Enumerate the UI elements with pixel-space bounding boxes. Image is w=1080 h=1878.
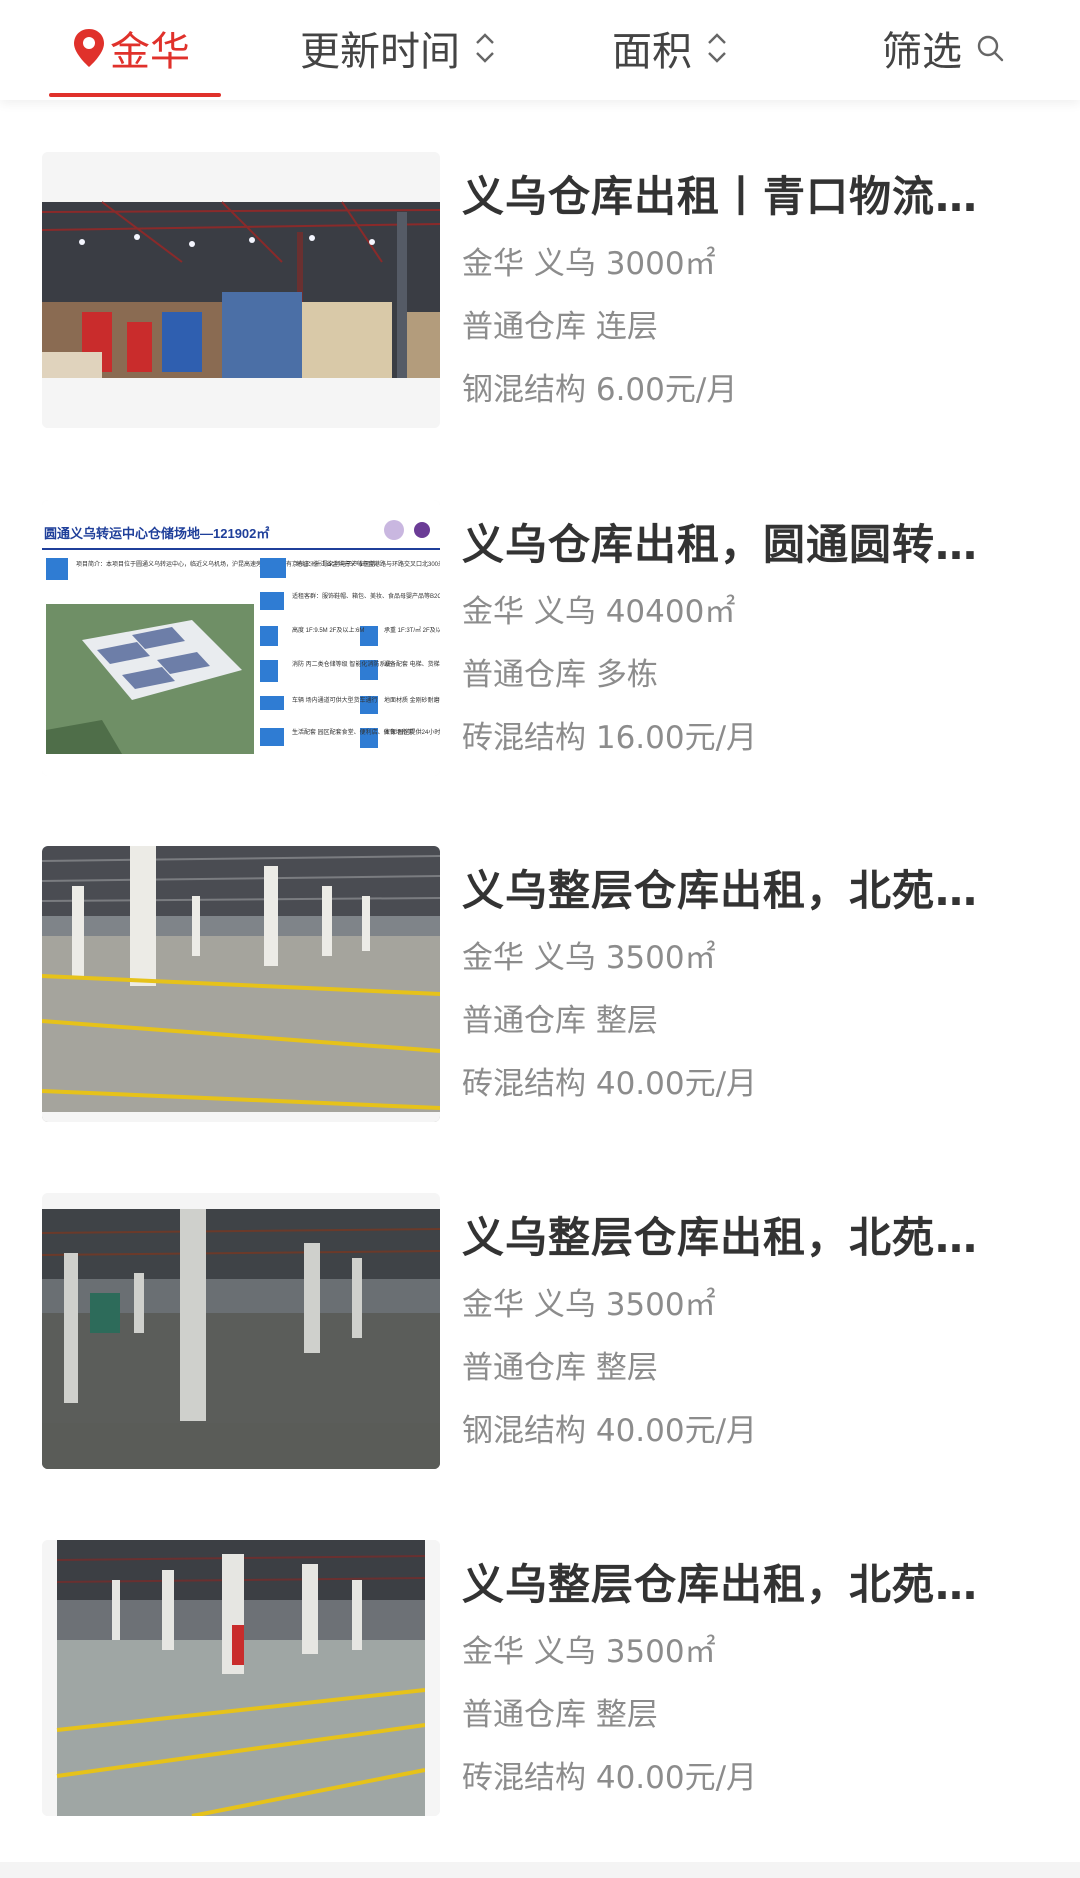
listing-structure-price: 砖混结构 40.00元/月 [462,1066,758,1102]
listing-location-size: 金华 义乌 40400㎡ [462,594,736,630]
filter-area[interactable]: 面积 [612,18,728,78]
poster-equipment: 设备配套 电梯、货梯、月台、雨棚等 [384,660,440,668]
listing-thumbnail [42,846,440,1122]
listing-card-5[interactable]: 义乌整层仓库出租，北苑… 金华 义乌 3500㎡ 普通仓库 整层 砖混结构 40… [0,1540,1080,1830]
listing-card-2[interactable]: 圆通义乌转运中心仓储场地—121902㎡ 项目简介：本项目位于圆通义乌转运中心，… [0,500,1080,790]
sort-arrows-icon [476,33,494,63]
listing-type: 普通仓库 整层 [462,1697,658,1733]
listing-card-1[interactable]: 义乌仓库出租丨青口物流… 金华 义乌 3000㎡ 普通仓库 连层 钢混结构 6.… [0,152,1080,442]
sort-arrows-icon [708,33,726,63]
listing-thumbnail: 圆通义乌转运中心仓储场地—121902㎡ 项目简介：本项目位于圆通义乌转运中心，… [42,500,440,776]
filter-update-time-label: 更新时间 [300,29,460,75]
bottom-edge [0,1862,1080,1878]
listing-title: 义乌整层仓库出租，北苑… [462,866,979,915]
warehouse-photo-dark-floor [42,1193,440,1469]
poster-vehicle: 车辆 场内通道可供大型货车通行 [292,696,378,704]
poster-security: 安保 园区提供24小时安全巡护 [384,728,440,736]
listing-card-4[interactable]: 义乌整层仓库出租，北苑… 金华 义乌 3500㎡ 普通仓库 整层 钢混结构 40… [0,1193,1080,1483]
listing-type: 普通仓库 连层 [462,309,658,345]
listing-info: 义乌仓库出租丨青口物流… 金华 义乌 3000㎡ 普通仓库 连层 钢混结构 6.… [462,170,1012,410]
listing-title: 义乌仓库出租丨青口物流… [462,172,979,221]
listing-title: 义乌仓库出租，圆通圆转… [462,520,979,569]
warehouse-photo-painted-floor [42,1540,440,1816]
listing-location-size: 金华 义乌 3500㎡ [462,1634,716,1670]
listing-info: 义乌整层仓库出租，北苑… 金华 义乌 3500㎡ 普通仓库 整层 砖混结构 40… [462,1558,1012,1798]
warehouse-photo-shelving [42,152,440,428]
search-icon [977,35,1004,62]
listing-info: 义乌整层仓库出租，北苑… 金华 义乌 3500㎡ 普通仓库 整层 钢混结构 40… [462,1211,1012,1451]
listing-structure-price: 钢混结构 40.00元/月 [462,1413,758,1449]
filter-update-time[interactable]: 更新时间 [300,18,496,78]
listing-type: 普通仓库 多栋 [462,657,658,693]
poster-address: 地址：浙江省金华市义乌市宝港路与环路交叉口北300米 [296,560,440,568]
location-pin-icon [74,29,104,67]
warehouse-info-poster: 圆通义乌转运中心仓储场地—121902㎡ 项目简介：本项目位于圆通义乌转运中心，… [42,500,440,776]
filter-bar: 金华 更新时间 面积 筛选 [0,0,1080,100]
filter-area-label: 面积 [612,29,692,75]
listing-type: 普通仓库 整层 [462,1003,658,1039]
listing-location-size: 金华 义乌 3000㎡ [462,246,716,282]
warehouse-photo-empty-floor [42,846,440,1122]
listing-title: 义乌整层仓库出租，北苑… [462,1560,979,1609]
poster-fire: 消防 丙二类仓储等级 智能化消防系统 [292,660,391,668]
poster-banner-title: 圆通义乌转运中心仓储场地—121902㎡ [44,526,269,541]
listing-thumbnail [42,1193,440,1469]
listing-location-size: 金华 义乌 3500㎡ [462,1287,716,1323]
listing-location-size: 金华 义乌 3500㎡ [462,940,716,976]
listing-structure-price: 钢混结构 6.00元/月 [462,372,738,408]
poster-goods: 适租客群：服饰鞋帽、箱包、美妆、食品母婴产品等B2C业务 [292,592,440,600]
listing-structure-price: 砖混结构 16.00元/月 [462,720,758,756]
listing-structure-price: 砖混结构 40.00元/月 [462,1760,758,1796]
filter-more-label: 筛选 [882,29,962,75]
poster-height: 高度 1F:9.5M 2F及以上:6M [292,626,364,634]
listing-info: 义乌整层仓库出租，北苑… 金华 义乌 3500㎡ 普通仓库 整层 砖混结构 40… [462,864,1012,1104]
filter-city-label: 金华 [110,29,190,75]
poster-floor: 地面材质 金刚砂耐磨地面 [384,696,440,704]
filter-city[interactable]: 金华 [72,18,190,78]
poster-load: 承重 1F:3T/㎡ 2F及以上:0.8T/㎡ [384,626,440,634]
active-tab-underline [49,93,221,97]
listing-thumbnail [42,152,440,428]
listing-thumbnail [42,1540,440,1816]
listing-type: 普通仓库 整层 [462,1350,658,1386]
listing-title: 义乌整层仓库出租，北苑… [462,1213,979,1262]
listing-card-3[interactable]: 义乌整层仓库出租，北苑… 金华 义乌 3500㎡ 普通仓库 整层 砖混结构 40… [0,846,1080,1136]
filter-more[interactable]: 筛选 [882,18,1004,78]
listing-info: 义乌仓库出租，圆通圆转… 金华 义乌 40400㎡ 普通仓库 多栋 砖混结构 1… [462,518,1012,758]
